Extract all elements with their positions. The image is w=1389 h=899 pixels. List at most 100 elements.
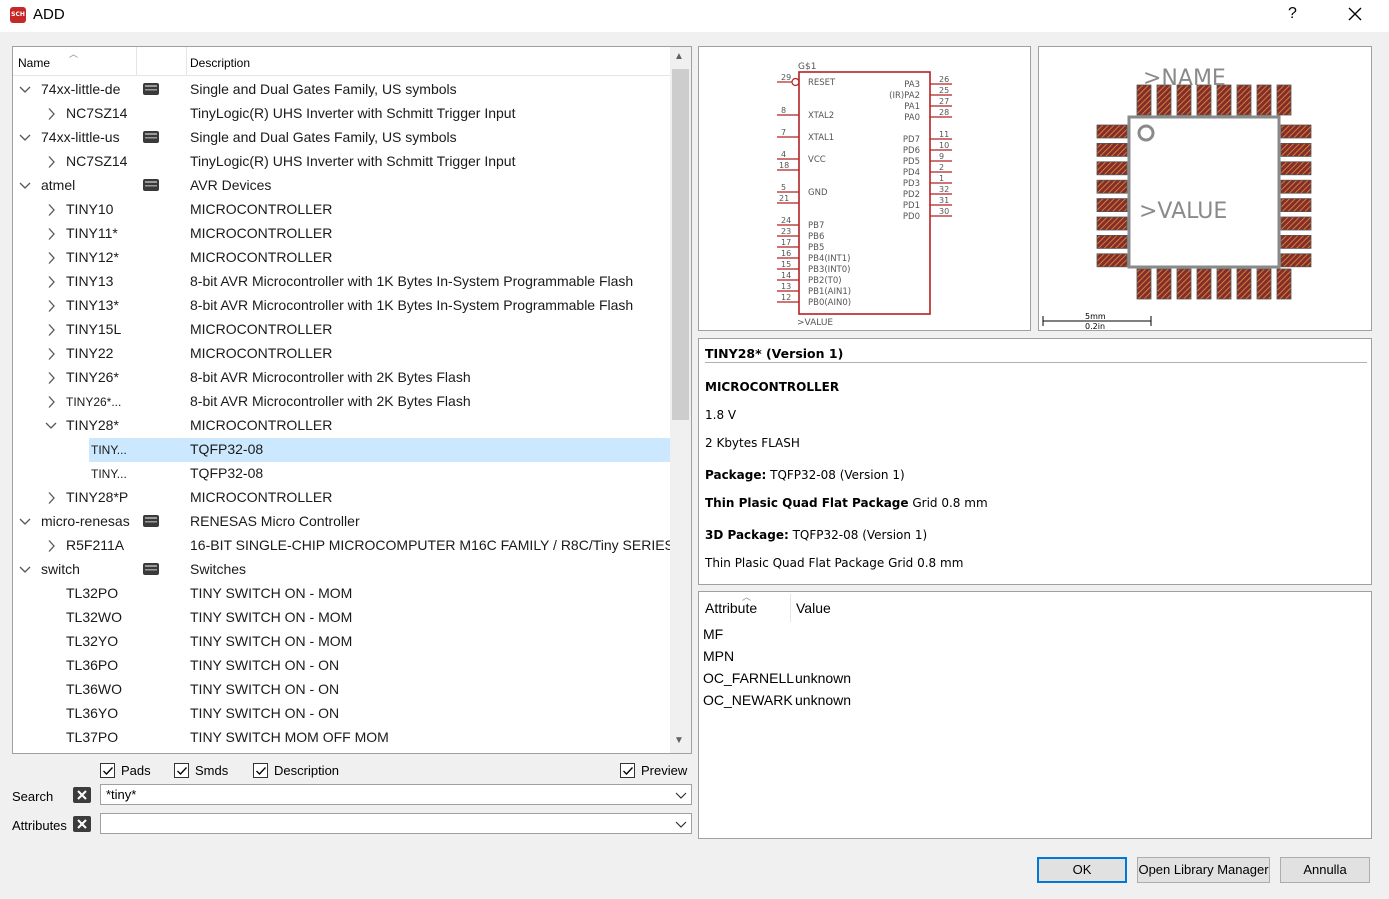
pin-label: PD1 [903,201,920,211]
chevron-down-icon[interactable] [675,818,687,830]
checkbox-box[interactable] [174,763,189,778]
device-row[interactable]: TL36PO TINY SWITCH ON - ON [13,654,670,678]
expand-down-icon[interactable] [19,83,31,97]
checkbox-box[interactable] [253,763,268,778]
expand-right-icon[interactable] [45,107,57,121]
expand-down-icon[interactable] [19,515,31,529]
library-tree[interactable]: ︿ Name Description 74xx-little-de Single … [12,46,692,754]
preview-checkbox[interactable]: Preview [620,763,687,778]
library-row[interactable]: atmel AVR Devices [13,174,670,198]
attribute-name[interactable]: OC_FARNELL [703,670,794,686]
tree-scrollbar[interactable]: ▲ ▼ [670,47,691,753]
device-row[interactable]: TL32YO TINY SWITCH ON - MOM [13,630,670,654]
scale-in-label: 0.2in [1085,322,1105,330]
ok-button[interactable]: OK [1037,857,1127,883]
device-row[interactable]: TINY13 8-bit AVR Microcontroller with 1K … [13,270,670,294]
expand-down-icon[interactable] [45,419,57,433]
column-header-attribute[interactable]: Attribute [705,600,757,616]
package-label: Package: [705,468,767,482]
pin-label: PB1(AIN1) [808,287,851,297]
clear-attributes-icon[interactable] [73,816,91,832]
expand-right-icon[interactable] [45,395,57,409]
device-row[interactable]: NC7SZ14 TinyLogic(R) UHS Inverter with Sc… [13,102,670,126]
scrollbar-thumb[interactable] [672,69,689,420]
expand-right-icon[interactable] [45,227,57,241]
device-row[interactable]: TL36WO TINY SWITCH ON - ON [13,678,670,702]
device-row[interactable]: TINY26* 8-bit AVR Microcontroller with 2K… [13,366,670,390]
checkbox-box[interactable] [100,763,115,778]
device-row[interactable]: R5F211A 16-BIT SINGLE-CHIP MICROCOMPUTER … [13,534,674,558]
device-row[interactable]: TINY15L MICROCONTROLLER [13,318,670,342]
info-divider [705,362,1367,363]
open-library-manager-button[interactable]: Open Library Manager [1137,857,1270,883]
attribute-name[interactable]: OC_NEWARK [703,692,793,708]
expand-right-icon[interactable] [45,155,57,169]
device-row[interactable]: NC7SZ14 TinyLogic(R) UHS Inverter with Sc… [13,150,670,174]
expand-right-icon[interactable] [45,299,57,313]
expand-right-icon[interactable] [45,203,57,217]
scroll-up-icon[interactable]: ▲ [674,51,684,62]
pin-number: 11 [939,130,949,139]
attribute-name[interactable]: MPN [703,648,734,664]
check-icon [103,767,113,775]
library-row[interactable]: 74xx-little-us Single and Dual Gates Fami… [13,126,670,150]
pad [1280,143,1312,157]
checkbox-box[interactable] [620,763,635,778]
column-header-value[interactable]: Value [796,600,831,616]
device-row[interactable]: TINY11* MICROCONTROLLER [13,222,670,246]
cancel-button[interactable]: Annulla [1280,857,1370,883]
expand-right-icon[interactable] [45,491,57,505]
row-name: TINY10 [66,201,114,217]
device-row[interactable]: TINY22 MICROCONTROLLER [13,342,670,366]
help-button[interactable]: ? [1288,5,1297,23]
pin-number: 23 [781,227,791,236]
row-description: TinyLogic(R) UHS Inverter with Schmitt T… [190,153,516,169]
description-checkbox[interactable]: Description [253,763,339,778]
device-row[interactable]: TL36YO TINY SWITCH ON - ON [13,702,670,726]
expand-down-icon[interactable] [19,131,31,145]
attribute-value[interactable]: unknown [795,692,851,708]
device-row[interactable]: TL37PO TINY SWITCH MOM OFF MOM [13,726,670,750]
expand-down-icon[interactable] [19,563,31,577]
device-row[interactable]: TL32WO TINY SWITCH ON - MOM [13,606,670,630]
title-bar: SCH ADD ? [0,0,1389,32]
search-input[interactable]: *tiny* [106,787,136,802]
expand-right-icon[interactable] [45,539,57,553]
scroll-down-icon[interactable]: ▼ [674,735,684,746]
attributes-combobox[interactable] [100,813,692,834]
row-name: TINY... [91,443,127,457]
expand-right-icon[interactable] [45,251,57,265]
row-description: Single and Dual Gates Family, US symbols [190,129,457,145]
device-row[interactable]: TINY28*P MICROCONTROLLER [13,486,670,510]
expand-right-icon[interactable] [45,371,57,385]
expand-right-icon[interactable] [45,347,57,361]
device-row[interactable]: TINY28* MICROCONTROLLER [13,414,670,438]
library-row[interactable]: 74xx-little-de Single and Dual Gates Fami… [13,78,670,102]
device-row[interactable]: TL32PO TINY SWITCH ON - MOM [13,582,670,606]
library-row[interactable]: switch Switches [13,558,670,582]
device-row[interactable]: TINY26*... 8-bit AVR Microcontroller with… [13,390,670,414]
expand-down-icon[interactable] [19,179,31,193]
variant-row[interactable]: TINY... TQFP32-08 [13,438,670,462]
smds-checkbox[interactable]: Smds [174,763,228,778]
device-row[interactable]: TINY12* MICROCONTROLLER [13,246,670,270]
variant-row[interactable]: TINY... TQFP32-08 [13,462,670,486]
device-row[interactable]: TINY10 MICROCONTROLLER [13,198,670,222]
column-header-name[interactable]: Name [18,56,50,70]
device-row[interactable]: TINY13* 8-bit AVR Microcontroller with 1K… [13,294,670,318]
expand-right-icon[interactable] [45,323,57,337]
library-row[interactable]: micro-renesas RENESAS Micro Controller [13,510,670,534]
expand-right-icon[interactable] [45,275,57,289]
chevron-down-icon[interactable] [675,789,687,801]
row-name: TL32WO [66,609,123,625]
pad [1096,179,1128,194]
package-3d-value: TQFP32-08 (Version 1) [788,528,928,542]
attribute-value[interactable]: unknown [795,670,851,686]
close-icon[interactable] [1345,4,1365,24]
clear-search-icon[interactable] [73,787,91,803]
attribute-name[interactable]: MF [703,626,723,642]
column-header-description[interactable]: Description [190,56,250,70]
search-combobox[interactable]: *tiny* [100,784,692,805]
pads-checkbox[interactable]: Pads [100,763,151,778]
row-name: TINY13 [66,273,114,289]
